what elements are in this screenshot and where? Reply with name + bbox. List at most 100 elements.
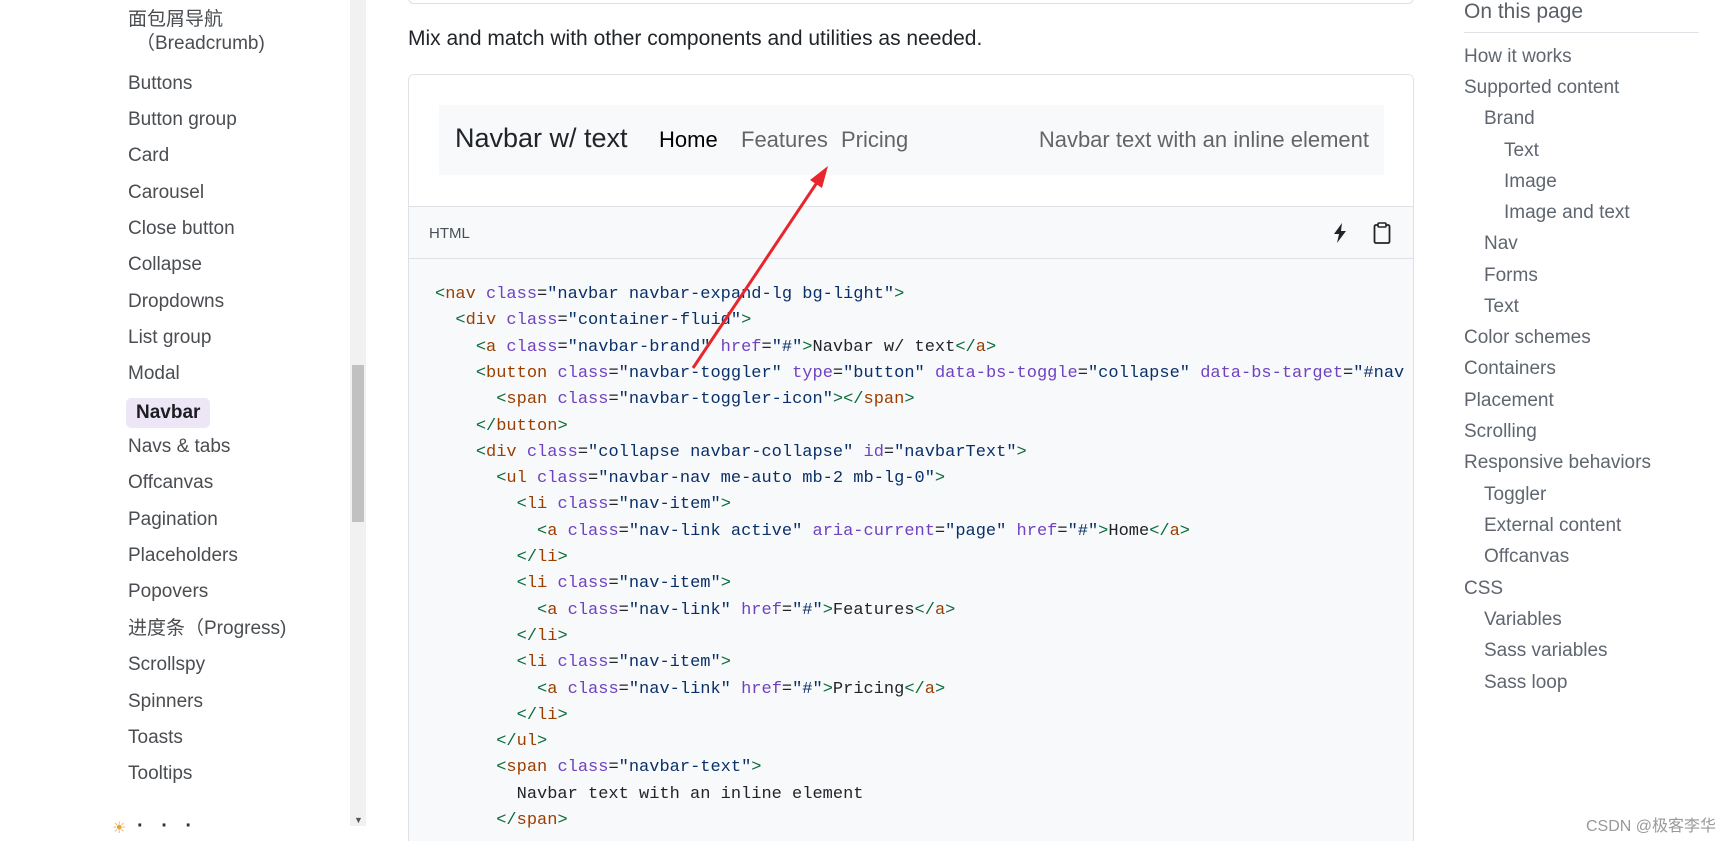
toc-item[interactable]: Brand	[1484, 108, 1535, 130]
toc-item[interactable]: Containers	[1464, 358, 1556, 380]
sidebar-item[interactable]: 面包屑导航 （Breadcrumb)	[128, 8, 265, 56]
navbar-brand[interactable]: Navbar w/ text	[455, 123, 628, 154]
code-token: >	[985, 337, 997, 357]
navbar-example: Navbar w/ text Home Features Pricing Nav…	[408, 74, 1414, 841]
code-token: li	[537, 548, 558, 567]
code-token: span	[506, 758, 548, 778]
sidebar-item[interactable]: List group	[128, 326, 211, 350]
code-line: </li>	[435, 627, 568, 646]
code-token: "navbar-toggler"	[618, 363, 782, 383]
code-token: data-bs-toggle	[934, 363, 1078, 383]
sidebar-item[interactable]: Toasts	[128, 726, 183, 750]
sidebar-item[interactable]: Tooltips	[128, 762, 192, 786]
toc-item[interactable]: How it works	[1464, 46, 1572, 68]
toc-item[interactable]: Color schemes	[1464, 327, 1591, 349]
sidebar-item-label: Card	[128, 145, 170, 166]
sidebar-item[interactable]: Modal	[128, 362, 180, 386]
code-token: =	[608, 758, 619, 778]
code-token: Navbar text with an inline element	[435, 784, 864, 804]
sidebar-item[interactable]: Close button	[128, 217, 235, 241]
sidebar-item[interactable]: Placeholders	[128, 544, 238, 568]
code-token: "page"	[945, 521, 1007, 541]
toc-item[interactable]: Toggler	[1484, 484, 1546, 506]
toc-item[interactable]: Supported content	[1464, 77, 1619, 99]
sidebar-item[interactable]: Navs & tabs	[128, 435, 230, 459]
code-token: button	[486, 363, 548, 383]
code-token: class	[506, 311, 558, 331]
toc-item[interactable]: Forms	[1484, 265, 1538, 287]
code-token: >	[557, 626, 568, 646]
code-token: =	[832, 363, 844, 383]
code-token: li	[526, 653, 548, 673]
code-token: </	[904, 679, 925, 699]
toc-item[interactable]: CSS	[1464, 578, 1503, 600]
code-token: href	[741, 679, 782, 699]
code-token: class	[486, 285, 538, 304]
code-token: >	[904, 390, 915, 410]
sidebar-item[interactable]: Dropdowns	[128, 290, 224, 314]
code-token: type	[792, 363, 833, 383]
code-token: div	[486, 442, 517, 462]
sidebar-item[interactable]: Offcanvas	[128, 471, 213, 495]
toc-item[interactable]: Sass loop	[1484, 672, 1567, 694]
code-block[interactable]: <nav class="navbar navbar-expand-lg bg-l…	[409, 259, 1413, 841]
toc-item[interactable]: Offcanvas	[1484, 546, 1569, 568]
sidebar-item[interactable]: Button group	[128, 108, 237, 132]
sidebar-item[interactable]: Pagination	[128, 508, 218, 532]
sidebar-item[interactable]: Popovers	[128, 580, 208, 604]
sidebar-item[interactable]: Spinners	[128, 690, 203, 714]
toc-item[interactable]: Scrolling	[1464, 421, 1537, 443]
nav-link-features[interactable]: Features	[741, 127, 828, 153]
code-token: <	[537, 679, 548, 699]
code-token: href	[741, 600, 782, 620]
nav-link-home[interactable]: Home	[659, 127, 718, 153]
sidebar-scrollbar-thumb[interactable]	[352, 365, 364, 522]
code-token: =	[608, 574, 619, 594]
sidebar-item[interactable]: Scrollspy	[128, 653, 205, 677]
toc-item[interactable]: Sass variables	[1484, 640, 1608, 662]
toc-item[interactable]: Nav	[1484, 233, 1518, 255]
code-token: <	[496, 758, 507, 778]
sidebar-item-label: Placeholders	[128, 545, 238, 566]
toc-item[interactable]: Text	[1484, 296, 1519, 318]
sidebar-item[interactable]: Buttons	[128, 72, 192, 96]
sidebar-item[interactable]: Collapse	[128, 253, 202, 277]
code-token: <	[475, 363, 487, 383]
toc-item[interactable]: External content	[1484, 515, 1621, 537]
sidebar-item-label: 进度条（Progress)	[128, 618, 287, 639]
code-token: a	[934, 600, 946, 620]
toc-item[interactable]: Text	[1504, 140, 1539, 162]
toc-item[interactable]: Responsive behaviors	[1464, 452, 1651, 474]
clipboard-icon[interactable]	[1371, 222, 1393, 244]
toc-item[interactable]: Placement	[1464, 390, 1554, 412]
code-token: =	[761, 337, 772, 357]
watermark: CSDN @极客李华	[1585, 818, 1716, 835]
toc-item[interactable]: Variables	[1484, 609, 1562, 631]
sidebar-item-label: 面包屑导航	[128, 9, 224, 30]
code-line: <button class="navbar-toggler" type="but…	[435, 364, 1404, 383]
code-token: >	[557, 548, 568, 567]
scroll-down-icon[interactable]: ▼	[354, 815, 363, 825]
sidebar-item[interactable]: Navbar	[126, 398, 211, 428]
code-token: class	[537, 469, 589, 489]
toc-item[interactable]: Image and text	[1504, 202, 1630, 224]
code-token: class	[557, 363, 609, 383]
sidebar-item[interactable]: Carousel	[128, 181, 204, 205]
toc-item[interactable]: Image	[1504, 171, 1557, 193]
nav-link-pricing[interactable]: Pricing	[841, 127, 908, 153]
code-token: aria-current	[812, 521, 935, 541]
code-token: >	[1179, 521, 1190, 541]
sidebar-item[interactable]: Card	[128, 144, 169, 168]
code-line: <span class="navbar-toggler-icon"></span…	[435, 390, 915, 410]
sidebar-item-label: List group	[128, 327, 212, 348]
code-token: "nav-link"	[628, 600, 731, 620]
lightning-icon[interactable]	[1329, 222, 1351, 244]
sidebar-item[interactable]: 进度条（Progress)	[128, 617, 286, 641]
intro-text: Mix and match with other components and …	[408, 27, 983, 50]
